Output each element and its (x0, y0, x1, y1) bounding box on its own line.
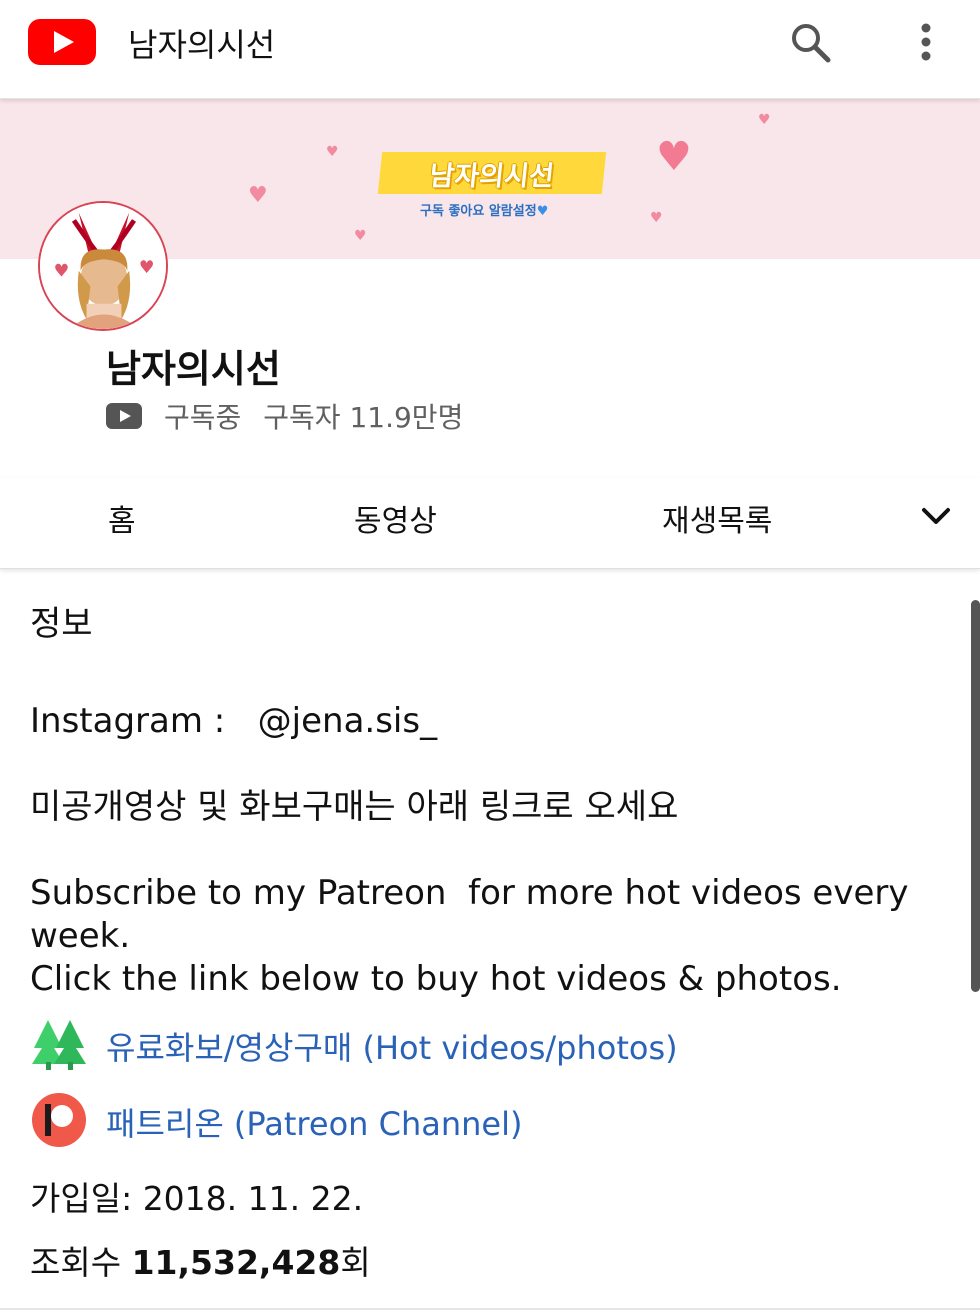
subscriptions-icon[interactable] (106, 403, 142, 429)
channel-avatar[interactable]: ♥ ♥ (38, 201, 168, 331)
patreon-icon (30, 1092, 88, 1152)
more-options-icon[interactable] (898, 14, 954, 70)
svg-text:♥: ♥ (54, 262, 70, 282)
svg-text:♥: ♥ (139, 258, 155, 278)
search-icon[interactable] (782, 14, 838, 70)
link-patreon[interactable]: 패트리온 (Patreon Channel) (30, 1092, 522, 1152)
tab-home[interactable]: 홈 (108, 496, 136, 540)
tab-videos[interactable]: 동영상 (354, 496, 437, 540)
banner-subtitle: 구독 좋아요 알람설정♥ (420, 204, 549, 219)
channel-name: 남자의시선 (106, 347, 281, 391)
tab-playlists[interactable]: 재생목록 (662, 496, 772, 540)
divider (0, 1308, 980, 1310)
view-count: 조회수 11,532,428회 (30, 1243, 371, 1282)
channel-tabs: 홈 동영상 재생목록 (0, 478, 980, 569)
subscription-row: 구독중 구독자 11.9만명 (106, 396, 463, 436)
heart-icon: ♥ (326, 144, 339, 160)
banner-title: 남자의시선 (377, 152, 607, 194)
app-title: 남자의시선 (128, 26, 276, 64)
joined-date: 가입일: 2018. 11. 22. (30, 1179, 364, 1218)
green-trees-icon (30, 1018, 88, 1074)
subscriber-count: 구독자 11.9만명 (263, 401, 464, 434)
chevron-down-icon[interactable] (918, 498, 954, 534)
subscribed-button[interactable]: 구독중 (164, 396, 241, 436)
about-title: 정보 (30, 604, 93, 644)
app-header: 남자의시선 (0, 0, 980, 99)
link-hot-videos[interactable]: 유료화보/영상구매 (Hot videos/photos) (30, 1018, 678, 1074)
link-label[interactable]: 유료화보/영상구매 (Hot videos/photos) (106, 1023, 678, 1069)
youtube-logo-icon[interactable] (28, 19, 96, 65)
link-label[interactable]: 패트리온 (Patreon Channel) (106, 1099, 522, 1145)
heart-icon: ♥ (354, 228, 367, 244)
heart-icon: ♥ (248, 183, 268, 208)
heart-icon: ♥ (758, 112, 771, 128)
blue-heart-icon: ♥ (536, 204, 549, 219)
scrollbar[interactable] (971, 600, 980, 992)
channel-description: Instagram : @jena.sis_ 미공개영상 및 화보구매는 아래 … (30, 701, 909, 999)
heart-icon: ♥ (650, 210, 663, 226)
heart-icon: ♥ (656, 134, 692, 180)
